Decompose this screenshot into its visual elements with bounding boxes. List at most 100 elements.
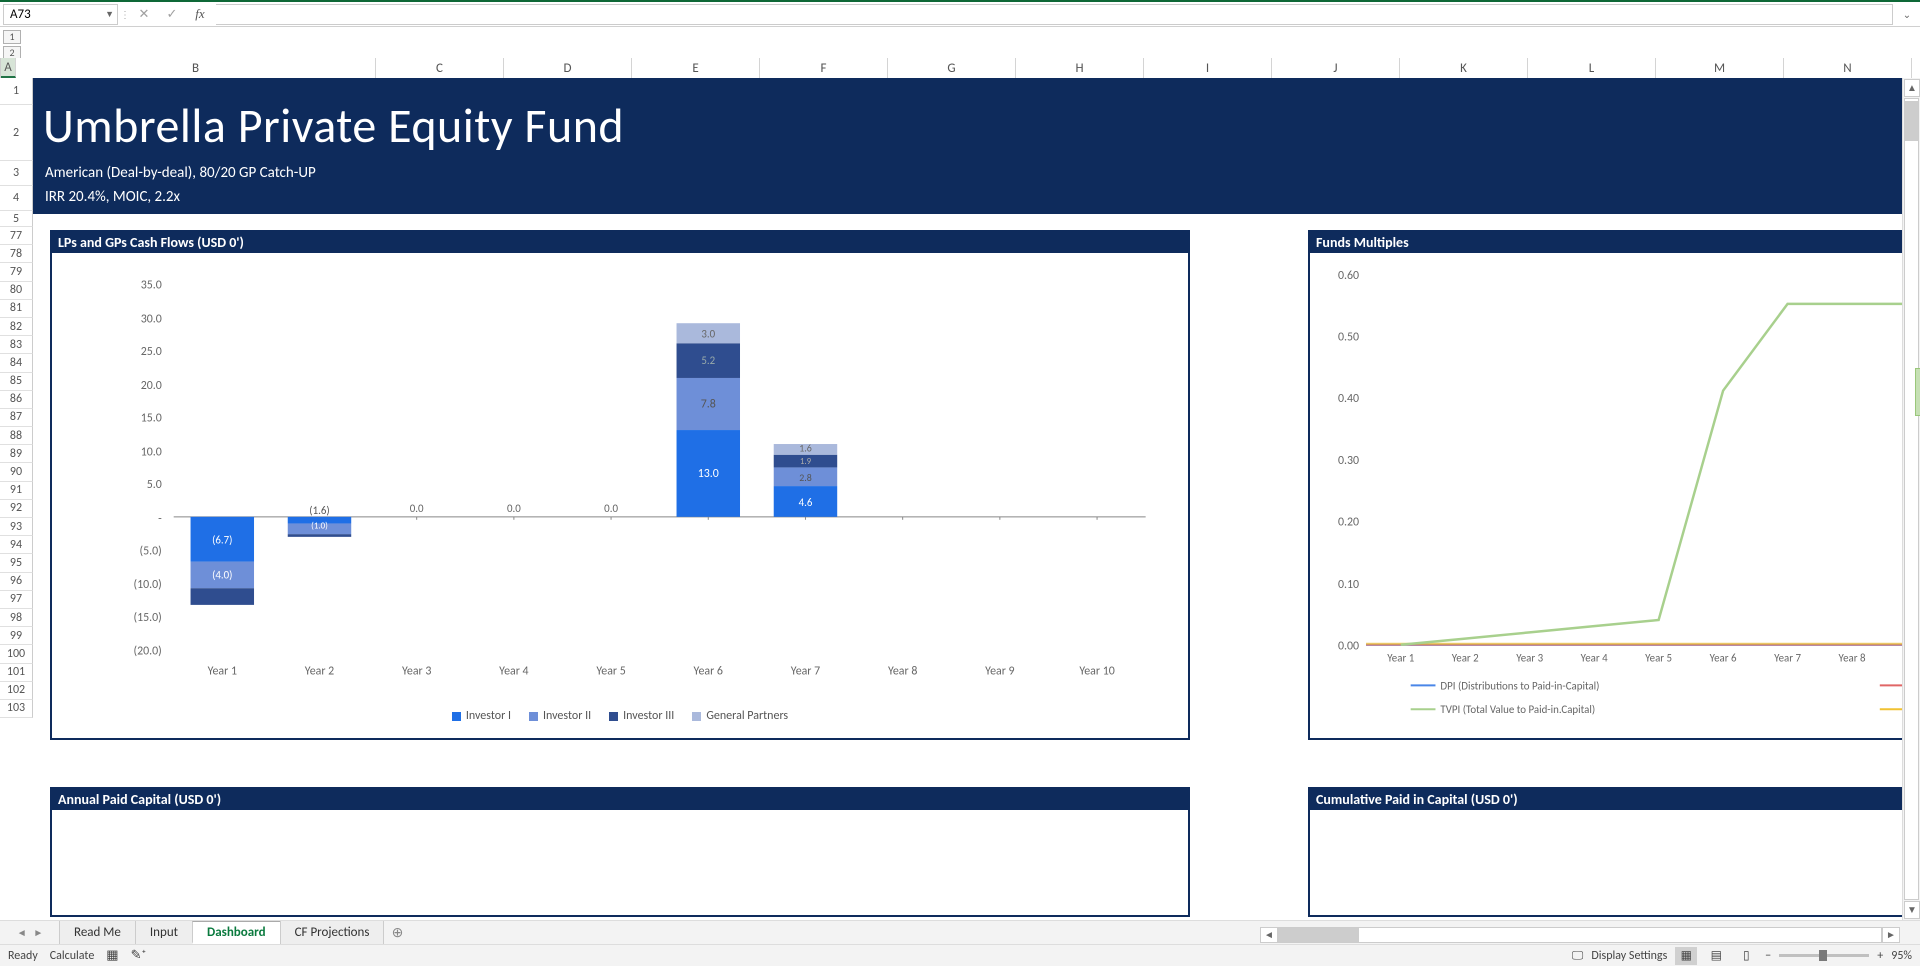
column-header-F[interactable]: F xyxy=(760,58,888,78)
row-header-97[interactable]: 97 xyxy=(0,591,33,609)
svg-text:1.9: 1.9 xyxy=(800,457,812,467)
row-header-79[interactable]: 79 xyxy=(0,263,33,281)
column-headers: ABCDEFGHIJKLMN xyxy=(0,58,1900,78)
svg-text:0.60: 0.60 xyxy=(1338,269,1359,283)
column-header-M[interactable]: M xyxy=(1656,58,1784,78)
row-header-88[interactable]: 88 xyxy=(0,427,33,445)
column-header-N[interactable]: N xyxy=(1784,58,1912,78)
name-box[interactable]: A73 ▼ xyxy=(3,4,118,25)
row-header-85[interactable]: 85 xyxy=(0,373,33,391)
svg-text:-: - xyxy=(158,512,162,526)
name-box-dropdown-icon[interactable]: ▼ xyxy=(105,9,114,20)
accept-formula-button[interactable]: ✓ xyxy=(160,4,184,25)
fund-title: Umbrella Private Equity Fund xyxy=(43,96,624,155)
row-header-81[interactable]: 81 xyxy=(0,300,33,318)
horizontal-scrollbar[interactable]: ◄ ► xyxy=(1260,926,1900,944)
column-header-J[interactable]: J xyxy=(1272,58,1400,78)
hscroll-track[interactable] xyxy=(1278,927,1882,943)
column-header-L[interactable]: L xyxy=(1528,58,1656,78)
zoom-level[interactable]: 95% xyxy=(1891,949,1912,963)
row-header-92[interactable]: 92 xyxy=(0,500,33,518)
hscroll-left[interactable]: ◄ xyxy=(1260,927,1278,943)
svg-text:0.30: 0.30 xyxy=(1338,454,1359,468)
outline-level-1[interactable]: 1 xyxy=(3,30,21,44)
svg-text:4.6: 4.6 xyxy=(799,496,813,509)
row-header-77[interactable]: 77 xyxy=(0,227,33,245)
row-header-94[interactable]: 94 xyxy=(0,536,33,554)
sheet-tab-read-me[interactable]: Read Me xyxy=(59,921,136,944)
cashflows-chart-card: LPs and GPs Cash Flows (USD 0') 35.0 30.… xyxy=(50,230,1190,740)
row-header-89[interactable]: 89 xyxy=(0,445,33,463)
column-header-E[interactable]: E xyxy=(632,58,760,78)
cumulative-paid-capital-body xyxy=(1310,810,1918,914)
row-header-82[interactable]: 82 xyxy=(0,318,33,336)
vscroll-thumb[interactable] xyxy=(1905,101,1918,141)
row-header-78[interactable]: 78 xyxy=(0,245,33,263)
cumulative-paid-capital-card: Cumulative Paid in Capital (USD 0') xyxy=(1308,787,1918,917)
insert-function-button[interactable]: fx xyxy=(188,4,212,25)
row-header-5[interactable]: 5 xyxy=(0,211,33,227)
vscroll-track[interactable] xyxy=(1904,98,1919,900)
row-header-87[interactable]: 87 xyxy=(0,409,33,427)
row-header-4[interactable]: 4 xyxy=(0,186,33,211)
formula-expand-button[interactable]: ⌄ xyxy=(1897,8,1917,21)
fund-subtitle-1: American (Deal-by-deal), 80/20 GP Catch-… xyxy=(45,164,316,182)
svg-text:(1.6): (1.6) xyxy=(309,504,329,517)
row-header-95[interactable]: 95 xyxy=(0,554,33,572)
row-header-86[interactable]: 86 xyxy=(0,391,33,409)
column-header-D[interactable]: D xyxy=(504,58,632,78)
row-header-93[interactable]: 93 xyxy=(0,518,33,536)
row-header-98[interactable]: 98 xyxy=(0,609,33,627)
view-normal-button[interactable]: ▦ xyxy=(1675,947,1697,965)
zoom-thumb[interactable] xyxy=(1819,950,1827,961)
view-page-layout-button[interactable]: ▤ xyxy=(1705,947,1727,965)
legend-investor-1: Investor I xyxy=(452,709,511,723)
zoom-slider[interactable] xyxy=(1779,954,1869,957)
sheet-tab-input[interactable]: Input xyxy=(135,921,193,944)
row-header-1[interactable]: 1 xyxy=(0,78,33,105)
cancel-formula-button[interactable]: ✕ xyxy=(132,4,156,25)
display-settings-label[interactable]: Display Settings xyxy=(1591,949,1667,963)
accessibility-icon[interactable]: ✎⁺ xyxy=(131,948,147,963)
row-header-96[interactable]: 96 xyxy=(0,573,33,591)
hscroll-right[interactable]: ► xyxy=(1882,927,1900,943)
row-header-102[interactable]: 102 xyxy=(0,682,33,700)
sheet-tab-dashboard[interactable]: Dashboard xyxy=(192,921,281,944)
row-header-80[interactable]: 80 xyxy=(0,282,33,300)
row-header-90[interactable]: 90 xyxy=(0,463,33,481)
column-header-B[interactable]: B xyxy=(16,58,376,78)
scroll-down-button[interactable]: ▼ xyxy=(1904,901,1920,919)
column-header-K[interactable]: K xyxy=(1400,58,1528,78)
display-settings-icon[interactable]: 🖵 xyxy=(1572,949,1584,963)
row-header-101[interactable]: 101 xyxy=(0,664,33,682)
view-page-break-button[interactable]: ▯ xyxy=(1735,947,1757,965)
column-header-H[interactable]: H xyxy=(1016,58,1144,78)
macro-record-icon[interactable]: ▦ xyxy=(106,948,118,963)
vertical-scrollbar[interactable]: ▲ ▼ xyxy=(1902,78,1920,920)
tab-nav-buttons[interactable]: ◄ ► xyxy=(0,921,60,944)
zoom-in-button[interactable]: + xyxy=(1877,949,1883,963)
column-header-I[interactable]: I xyxy=(1144,58,1272,78)
column-header-G[interactable]: G xyxy=(888,58,1016,78)
row-header-99[interactable]: 99 xyxy=(0,627,33,645)
column-header-C[interactable]: C xyxy=(376,58,504,78)
row-header-84[interactable]: 84 xyxy=(0,354,33,372)
sheet-content[interactable]: Umbrella Private Equity Fund American (D… xyxy=(33,78,1900,920)
row-header-2[interactable]: 2 xyxy=(0,105,33,161)
hscroll-thumb[interactable] xyxy=(1279,928,1359,942)
sheet-tab-cf-projections[interactable]: CF Projections xyxy=(280,921,385,944)
row-header-103[interactable]: 103 xyxy=(0,700,33,718)
cashflows-chart-svg: 35.0 30.0 25.0 20.0 15.0 10.0 5.0 - (5.0… xyxy=(52,253,1188,737)
svg-text:1.6: 1.6 xyxy=(799,442,812,454)
row-header-91[interactable]: 91 xyxy=(0,482,33,500)
row-header-83[interactable]: 83 xyxy=(0,336,33,354)
row-header-100[interactable]: 100 xyxy=(0,645,33,663)
column-header-A[interactable]: A xyxy=(1,58,16,78)
status-calculate: Calculate xyxy=(50,949,95,963)
zoom-out-button[interactable]: − xyxy=(1765,949,1771,963)
row-header-3[interactable]: 3 xyxy=(0,161,33,186)
scroll-up-button[interactable]: ▲ xyxy=(1904,79,1920,97)
svg-text:Year 8: Year 8 xyxy=(888,665,917,679)
formula-input[interactable] xyxy=(216,4,1893,25)
add-sheet-button[interactable]: ⊕ xyxy=(384,921,410,944)
